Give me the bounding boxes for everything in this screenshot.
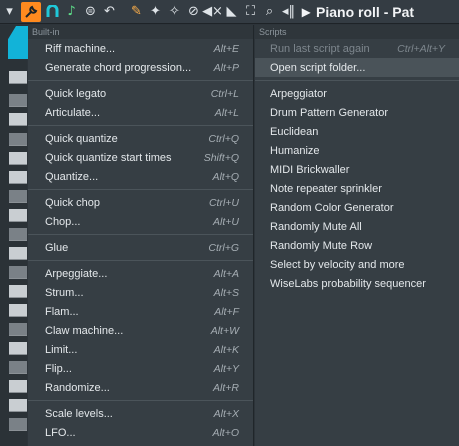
piano-key[interactable] (9, 266, 27, 279)
title-arrow-icon: ▸ (302, 3, 311, 21)
piano-key[interactable] (9, 113, 27, 126)
builtin-header: Built-in (28, 25, 253, 39)
menu-item-limit[interactable]: Limit... Alt+K (28, 340, 253, 359)
script-item[interactable]: Arpeggiator (255, 84, 459, 103)
piano-key[interactable] (9, 94, 27, 107)
menu-item-quantize[interactable]: Quantize... Alt+Q (28, 167, 253, 186)
menu-item-chop[interactable]: Chop... Alt+U (28, 212, 253, 231)
menu-item-flip[interactable]: Flip... Alt+Y (28, 359, 253, 378)
script-item[interactable]: Note repeater sprinkler (255, 179, 459, 198)
script-item[interactable]: Drum Pattern Generator (255, 103, 459, 122)
slice-icon[interactable]: ◀× (202, 1, 223, 23)
menu-item-claw-machine[interactable]: Claw machine... Alt+W (28, 321, 253, 340)
script-item[interactable]: WiseLabs probability sequencer (255, 274, 459, 293)
piano-key[interactable] (9, 228, 27, 241)
menu-item-randomize[interactable]: Randomize... Alt+R (28, 378, 253, 397)
menu-item-quick-legato[interactable]: Quick legato Ctrl+L (28, 84, 253, 103)
piano-key[interactable] (9, 133, 27, 146)
mute-icon[interactable]: ⊘ (184, 1, 203, 23)
piano-key[interactable] (9, 342, 27, 355)
delete-icon[interactable]: ✧ (165, 1, 184, 23)
builtin-menu: Built-in Riff machine... Alt+E Generate c… (28, 25, 254, 446)
piano-key[interactable] (9, 190, 27, 203)
piano-key[interactable] (9, 418, 27, 431)
menu-item-run-last-script[interactable]: Run last script again Ctrl+Alt+Y (255, 39, 459, 58)
piano-roll-toolbar: ▾ ♪ ⊜ ↶ ✎ ✦ ✧ ⊘ ◀× ◣ ⛶ ⌕ ◂‖ ▸ Piano roll… (0, 0, 459, 24)
script-item[interactable]: Humanize (255, 141, 459, 160)
scripts-menu: Scripts Run last script again Ctrl+Alt+Y … (255, 25, 459, 446)
menu-item-flam[interactable]: Flam... Alt+F (28, 302, 253, 321)
menu-divider (28, 125, 253, 126)
piano-key[interactable] (9, 171, 27, 184)
note-icon[interactable]: ♪ (62, 1, 81, 23)
pencil-icon[interactable]: ✎ (127, 1, 146, 23)
menu-divider (28, 80, 253, 81)
wrench-icon[interactable] (21, 1, 41, 22)
script-item[interactable]: Select by velocity and more (255, 255, 459, 274)
script-item[interactable]: MIDI Brickwaller (255, 160, 459, 179)
menu-divider (255, 80, 459, 81)
script-item[interactable]: Euclidean (255, 122, 459, 141)
piano-key[interactable] (9, 209, 27, 222)
menu-item-quick-quantize-start-times[interactable]: Quick quantize start times Shift+Q (28, 148, 253, 167)
piano-key[interactable] (9, 361, 27, 374)
piano-key[interactable] (9, 323, 27, 336)
piano-key[interactable] (9, 152, 27, 165)
scripts-header: Scripts (255, 25, 459, 39)
menu-item-lfo[interactable]: LFO... Alt+O (28, 423, 253, 442)
toolbar-separator (119, 1, 127, 23)
stamp-icon[interactable]: ⊜ (81, 1, 100, 23)
menu-item-quick-chop[interactable]: Quick chop Ctrl+U (28, 193, 253, 212)
menu-item-scale-levels[interactable]: Scale levels... Alt+X (28, 404, 253, 423)
menu-divider (28, 260, 253, 261)
undo-icon[interactable]: ↶ (100, 1, 119, 23)
piano-key[interactable] (9, 399, 27, 412)
playback-icon[interactable]: ◂‖ (279, 1, 298, 23)
menu-item-arpeggiate[interactable]: Arpeggiate... Alt+A (28, 264, 253, 283)
select-icon[interactable]: ◣ (222, 1, 241, 23)
search-icon[interactable]: ⌕ (260, 1, 279, 23)
piano-key[interactable] (9, 380, 27, 393)
paint-icon[interactable]: ✦ (146, 1, 165, 23)
menu-item-articulate[interactable]: Articulate... Alt+L (28, 103, 253, 122)
menu-item-glue[interactable]: Glue Ctrl+G (28, 238, 253, 257)
piano-keys (0, 25, 27, 446)
menu-item-riff-machine[interactable]: Riff machine... Alt+E (28, 39, 253, 58)
zoom-icon[interactable]: ⛶ (241, 1, 260, 23)
script-item[interactable]: Randomly Mute All (255, 217, 459, 236)
piano-key[interactable] (9, 71, 27, 84)
piano-key[interactable] (9, 247, 27, 260)
menu-item-generate-chord-progression[interactable]: Generate chord progression... Alt+P (28, 58, 253, 77)
menu-arrow-icon[interactable]: ▾ (0, 1, 19, 23)
piano-key[interactable] (9, 285, 27, 298)
menu-divider (28, 234, 253, 235)
piano-key[interactable] (9, 304, 27, 317)
menu-item-strum[interactable]: Strum... Alt+S (28, 283, 253, 302)
script-item[interactable]: Random Color Generator (255, 198, 459, 217)
menu-divider (28, 189, 253, 190)
window-title-text: Piano roll - Pat (316, 3, 415, 20)
magnet-icon[interactable] (43, 1, 62, 23)
menu-item-open-script-folder[interactable]: Open script folder... (255, 58, 459, 77)
menu-item-quick-quantize[interactable]: Quick quantize Ctrl+Q (28, 129, 253, 148)
window-title: ▸ Piano roll - Pat (302, 2, 414, 22)
menu-divider (28, 400, 253, 401)
script-item[interactable]: Randomly Mute Row (255, 236, 459, 255)
